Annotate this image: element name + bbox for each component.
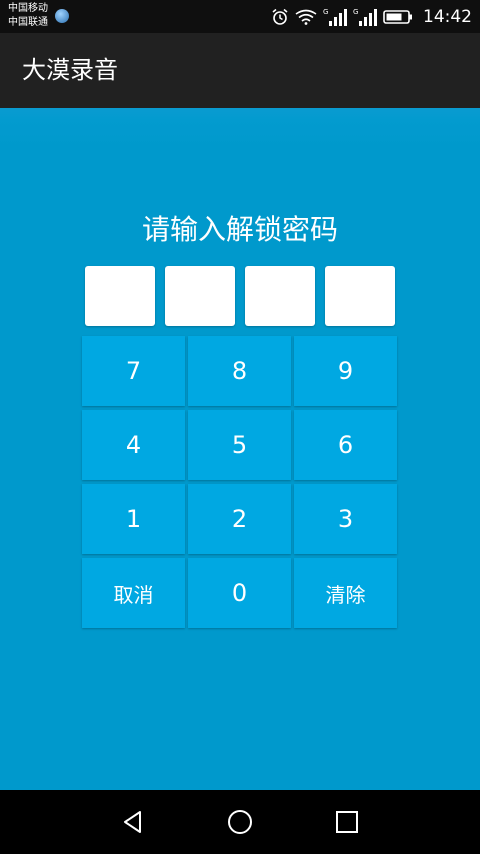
clock: 14:42 (423, 6, 472, 27)
signal-icon: G (323, 8, 347, 26)
key-1[interactable]: 1 (82, 484, 185, 554)
key-4[interactable]: 4 (82, 410, 185, 480)
key-6[interactable]: 6 (294, 410, 397, 480)
pin-box-4 (325, 266, 395, 326)
svg-text:G: G (353, 8, 358, 16)
pin-box-1 (85, 266, 155, 326)
navigation-bar (0, 790, 480, 854)
clear-button[interactable]: 清除 (294, 558, 397, 628)
globe-icon (55, 9, 69, 23)
alarm-icon (272, 8, 288, 25)
carrier-1: 中国移动 (8, 3, 48, 14)
home-icon[interactable] (227, 809, 253, 835)
carrier-2: 中国联通 (8, 17, 48, 28)
key-5[interactable]: 5 (188, 410, 291, 480)
key-9[interactable]: 9 (294, 336, 397, 406)
key-3[interactable]: 3 (294, 484, 397, 554)
status-icons: G G 14:42 (271, 0, 472, 33)
carrier-info: 中国移动 中国联通 (8, 2, 48, 30)
cancel-button[interactable]: 取消 (82, 558, 185, 628)
pin-box-3 (245, 266, 315, 326)
app-title: 大漠录音 (22, 56, 118, 84)
key-2[interactable]: 2 (188, 484, 291, 554)
signal-icon: G (353, 8, 377, 26)
wifi-icon (295, 9, 317, 25)
password-prompt: 请输入解锁密码 (141, 213, 338, 246)
svg-text:G: G (323, 8, 328, 16)
key-7[interactable]: 7 (82, 336, 185, 406)
back-icon[interactable] (121, 810, 145, 834)
pin-box-2 (165, 266, 235, 326)
lock-screen: 请输入解锁密码 7 8 9 4 5 6 1 2 3 取消 0 清除 (0, 108, 480, 790)
status-bar: 中国移动 中国联通 G G 14:42 (0, 0, 480, 33)
app-bar: 大漠录音 (0, 33, 480, 108)
key-0[interactable]: 0 (188, 558, 291, 628)
recents-icon[interactable] (335, 810, 359, 834)
key-8[interactable]: 8 (188, 336, 291, 406)
battery-icon (383, 9, 412, 24)
